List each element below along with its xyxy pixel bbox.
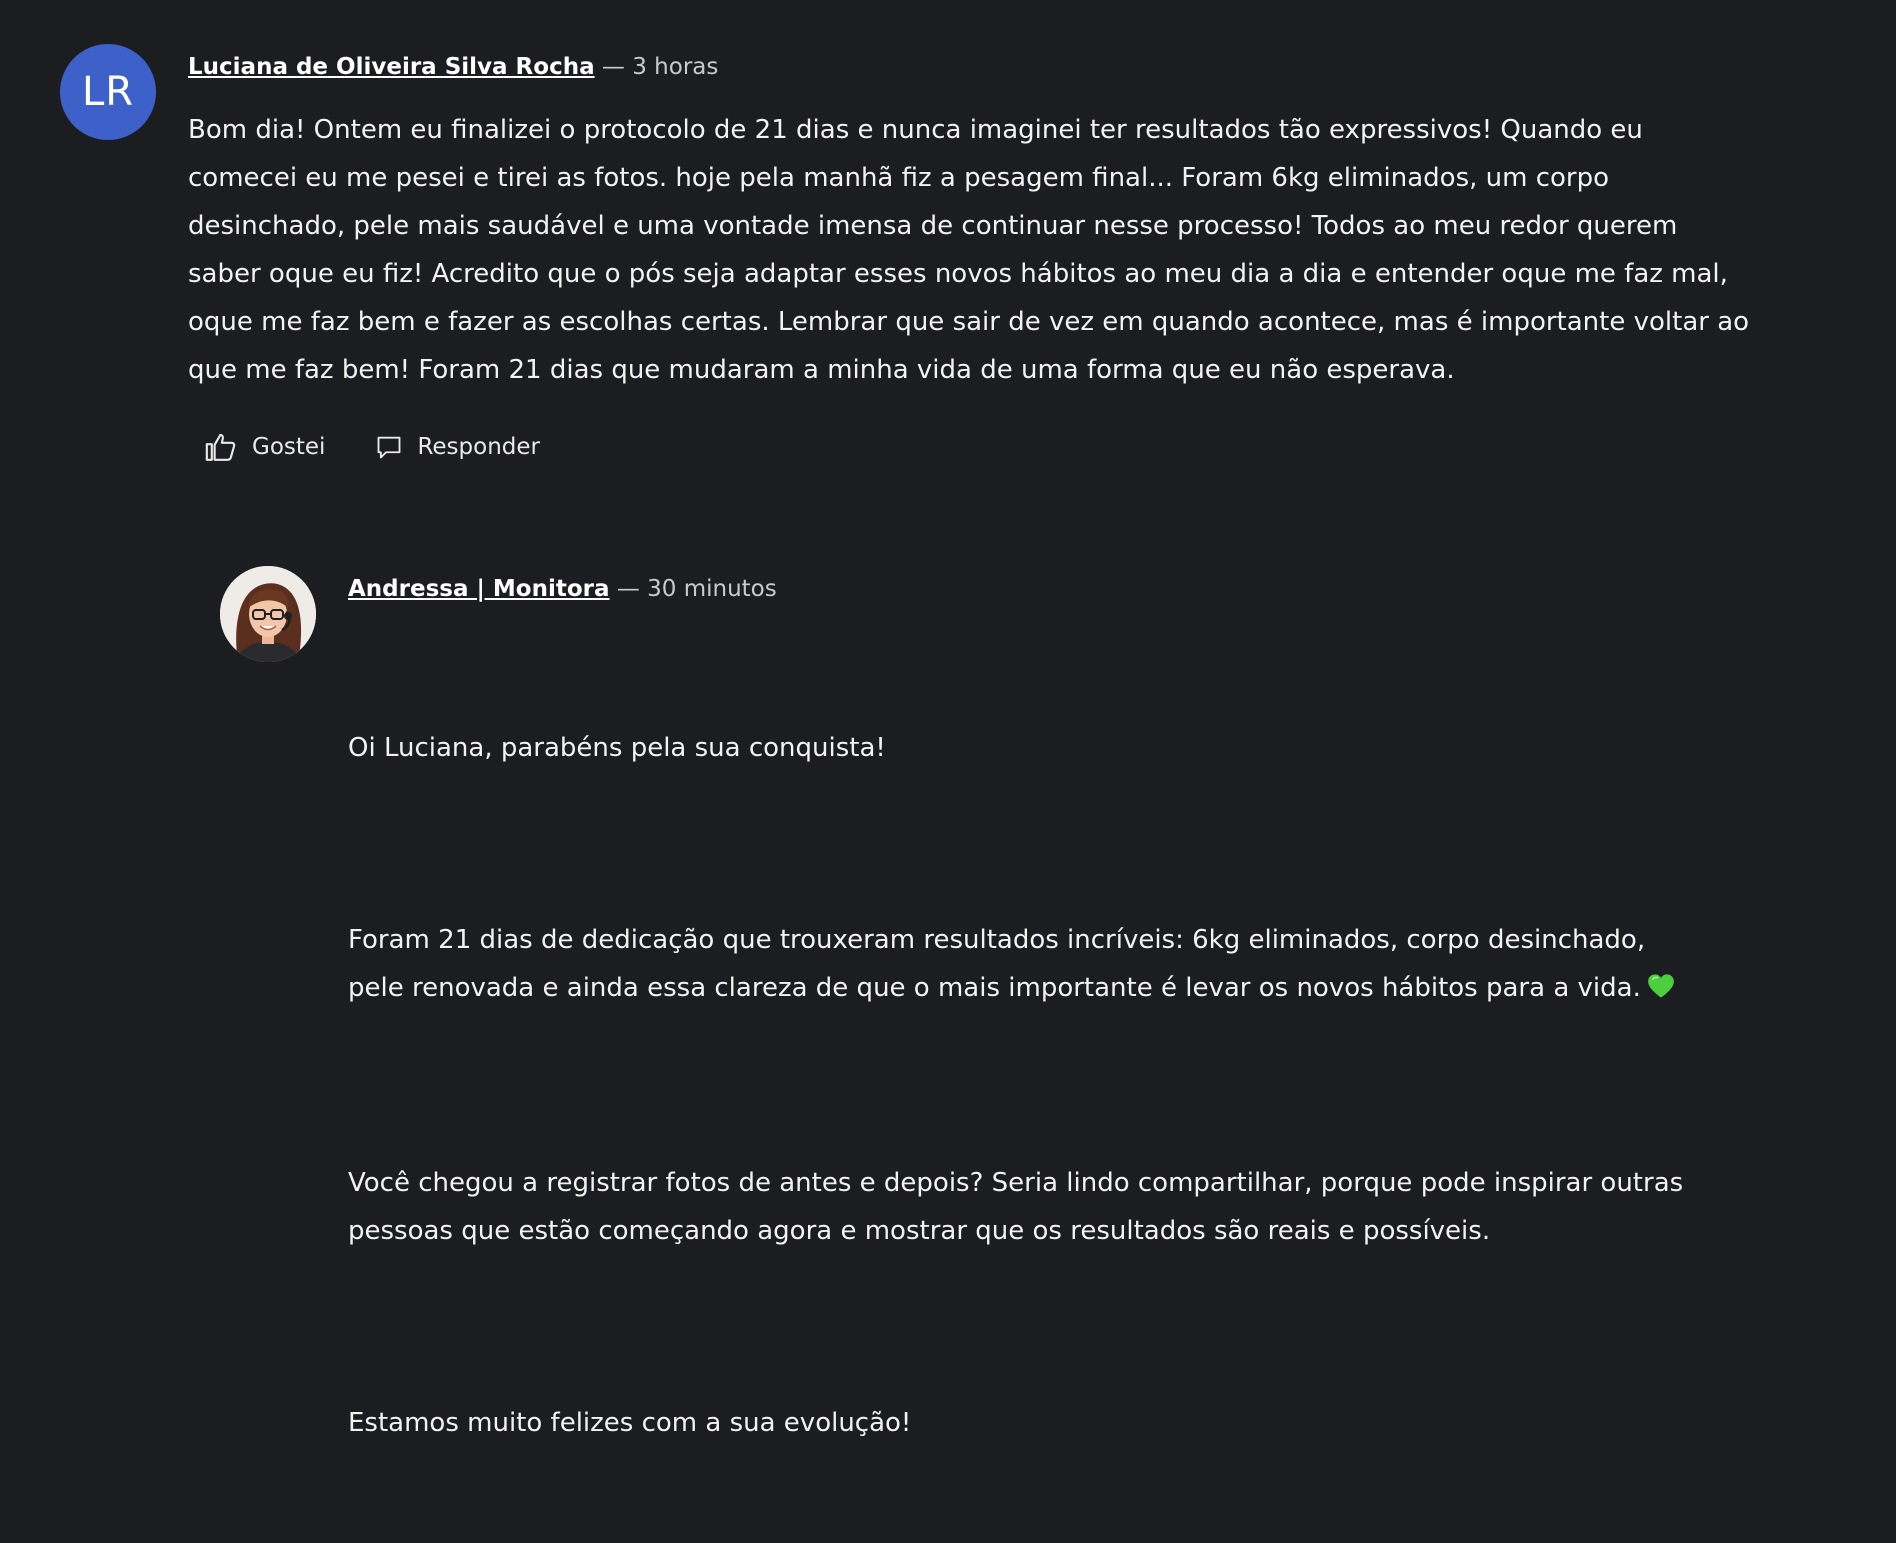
comment-body: Luciana de Oliveira Silva Rocha — 3 hora… bbox=[188, 44, 1750, 464]
author-link[interactable]: Luciana de Oliveira Silva Rocha bbox=[188, 54, 595, 80]
comment-actions: Gostei Responder bbox=[204, 430, 1750, 464]
avatar[interactable] bbox=[220, 566, 316, 662]
comment-reply: Andressa | Monitora — 30 minutos Oi Luci… bbox=[220, 566, 1700, 1543]
avatar[interactable]: LR bbox=[60, 44, 156, 140]
comment-main: LR Luciana de Oliveira Silva Rocha — 3 h… bbox=[60, 44, 1750, 464]
reply-paragraph: Estamos muito felizes com a sua evolução… bbox=[348, 1408, 912, 1438]
reply-label: Responder bbox=[417, 434, 540, 460]
reply-paragraph: Oi Luciana, parabéns pela sua conquista! bbox=[348, 733, 886, 763]
monitor-avatar-photo bbox=[220, 566, 316, 662]
timestamp: — 3 horas bbox=[601, 54, 719, 80]
comment-meta: Andressa | Monitora — 30 minutos bbox=[348, 574, 1700, 604]
green-heart-icon bbox=[1647, 967, 1675, 1015]
reply-paragraph: Você chegou a registrar fotos de antes e… bbox=[348, 1168, 1692, 1246]
avatar-initials: LR bbox=[81, 69, 135, 115]
comment-meta: Luciana de Oliveira Silva Rocha — 3 hora… bbox=[188, 52, 1750, 82]
speech-bubble-icon bbox=[378, 436, 401, 459]
thumbs-up-icon bbox=[205, 433, 236, 461]
timestamp: — 30 minutos bbox=[616, 576, 777, 602]
comment-body: Andressa | Monitora — 30 minutos Oi Luci… bbox=[348, 566, 1700, 1543]
comment-paragraph: Bom dia! Ontem eu finalizei o protocolo … bbox=[188, 115, 1758, 385]
author-link[interactable]: Andressa | Monitora bbox=[348, 576, 610, 602]
like-label: Gostei bbox=[252, 434, 326, 460]
like-button[interactable]: Gostei bbox=[204, 430, 325, 464]
comment-text: Bom dia! Ontem eu finalizei o protocolo … bbox=[188, 106, 1750, 394]
reply-button[interactable]: Responder bbox=[375, 433, 540, 461]
reply-paragraph: Foram 21 dias de dedicação que trouxeram… bbox=[348, 916, 1700, 1015]
reply-paragraph-text: Foram 21 dias de dedicação que trouxeram… bbox=[348, 925, 1654, 1003]
